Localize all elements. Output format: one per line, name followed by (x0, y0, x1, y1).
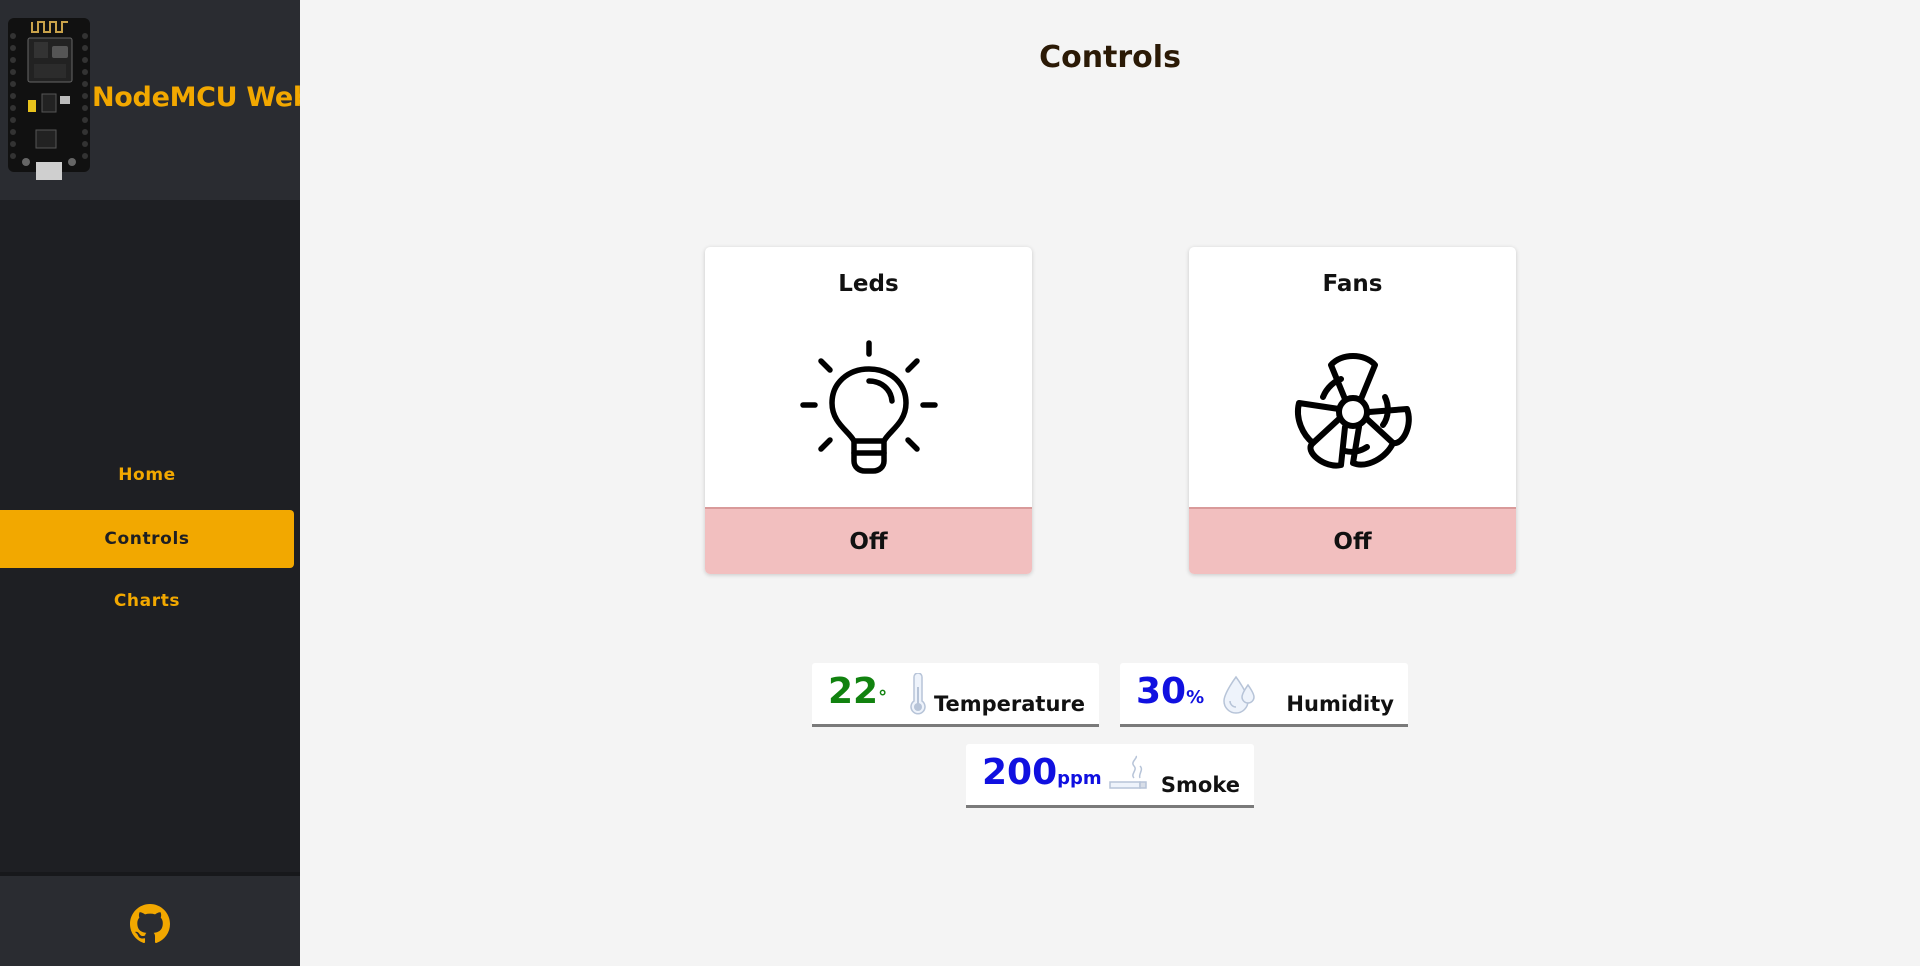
sidebar-footer (0, 872, 300, 966)
temperature-value: 22° (828, 671, 887, 712)
github-icon[interactable] (130, 904, 170, 944)
humidity-unit: % (1186, 687, 1205, 708)
nodemcu-board-logo (8, 18, 90, 180)
water-drop-icon (1223, 675, 1255, 714)
nav-item-controls[interactable]: Controls (0, 510, 294, 568)
humidity-widget: 30% Humidity (1120, 663, 1408, 727)
brand-title: NodeMCU Web (92, 82, 300, 113)
leds-card: Leds Off (705, 247, 1032, 574)
nav-item-charts[interactable]: Charts (0, 572, 294, 630)
humidity-label: Humidity (1286, 692, 1394, 716)
fans-toggle-button[interactable]: Off (1189, 507, 1516, 574)
temperature-unit: ° (878, 687, 888, 708)
humidity-number: 30 (1136, 671, 1187, 712)
smoke-widget: 200ppm Smoke (966, 744, 1254, 808)
temperature-label: Temperature (933, 692, 1085, 716)
sidebar: NodeMCU Web Home Controls Charts (0, 0, 300, 966)
smoke-unit: ppm (1057, 768, 1102, 789)
cigarette-icon (1109, 755, 1147, 789)
smoke-value: 200ppm (982, 752, 1102, 793)
thermometer-icon (910, 673, 926, 715)
fans-card-title: Fans (1322, 271, 1383, 297)
lightbulb-icon (800, 340, 938, 474)
page-title: Controls (1039, 40, 1181, 75)
smoke-label: Smoke (1160, 773, 1240, 797)
sidebar-header: NodeMCU Web (0, 0, 300, 200)
fans-card: Fans Off (1189, 247, 1516, 574)
temperature-widget: 22° Temperature (812, 663, 1099, 727)
humidity-value: 30% (1136, 671, 1204, 712)
nav-item-home[interactable]: Home (0, 446, 294, 504)
fan-icon (1295, 353, 1412, 469)
smoke-number: 200 (982, 752, 1058, 793)
leds-toggle-button[interactable]: Off (705, 507, 1032, 574)
temperature-number: 22 (828, 671, 879, 712)
leds-card-title: Leds (838, 271, 899, 297)
